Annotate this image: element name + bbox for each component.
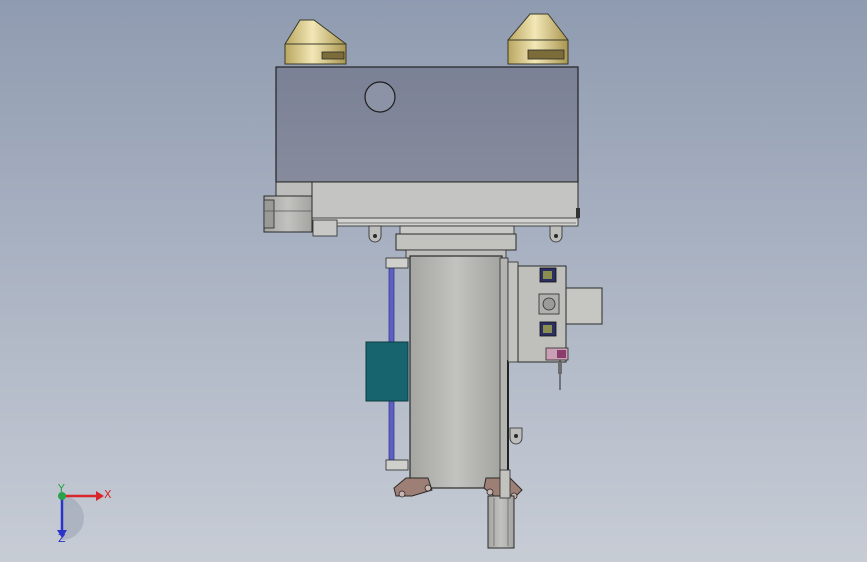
- bottom-bracket-left: [393, 477, 433, 498]
- upper-housing: [275, 66, 579, 183]
- mount-tab-right: [549, 225, 563, 243]
- teal-sensor-box: [365, 341, 409, 402]
- x-axis-arrow-head: [96, 491, 104, 501]
- left-cone-cap: [284, 19, 347, 65]
- z-axis-label: Z: [58, 532, 66, 545]
- cad-viewport[interactable]: X Y Z: [0, 0, 867, 562]
- column-side-tab: [509, 427, 523, 445]
- assembly-drawing: X Y Z: [57, 13, 603, 549]
- vertical-column: [409, 255, 509, 489]
- left-motor: [263, 195, 313, 233]
- center-coupling: [395, 225, 517, 259]
- coordinate-triad[interactable]: X Y Z: [57, 482, 112, 545]
- x-axis-label: X: [104, 488, 112, 501]
- mount-tab-left: [368, 225, 382, 243]
- housing-port-hole: [364, 81, 396, 113]
- right-cone-cap: [507, 13, 569, 65]
- side-actuator: [507, 261, 603, 390]
- y-axis-label: Y: [57, 482, 65, 495]
